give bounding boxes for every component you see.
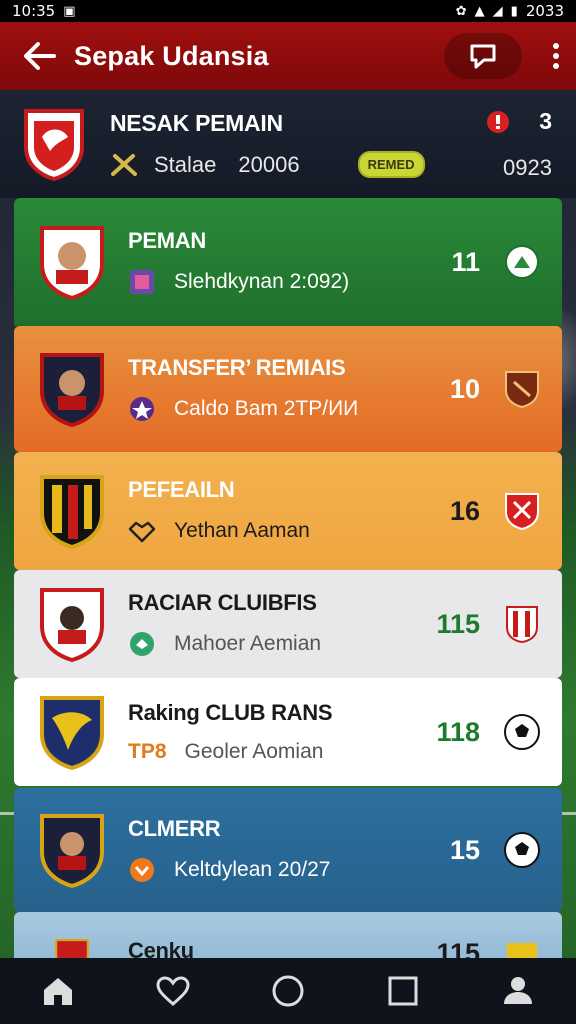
heart-icon <box>156 976 190 1006</box>
item-title: RACIAR CLUIBFIS <box>128 590 317 615</box>
header-code: 0923 <box>503 155 552 180</box>
circle-icon <box>272 975 304 1007</box>
list-item[interactable]: TRANSFER’ REMIAIS Caldo Bam 2ТP/ИИ 10 <box>14 326 562 452</box>
header-count: 3 <box>539 108 552 134</box>
player-list: PEMAN Slehdkynаn 2:092) 11 TRANSFER’ REM… <box>14 198 562 972</box>
flag-icon <box>128 268 156 296</box>
more-button[interactable] <box>532 32 560 80</box>
soccer-ball-icon[interactable] <box>502 712 542 752</box>
club-crest-icon <box>24 109 84 181</box>
club-crest-icon <box>40 588 104 662</box>
item-title: Raking CLUB RANS <box>128 700 333 725</box>
item-subtitle: Geoler Aomian <box>184 740 324 763</box>
season-value: 20006 <box>238 151 300 177</box>
alert-icon <box>487 110 510 133</box>
nav-profile[interactable] <box>488 961 548 1021</box>
list-item[interactable]: Raking CLUB RANS TP8 Geoler Aomian 118 <box>14 678 562 786</box>
tools-icon <box>111 153 137 176</box>
list-item[interactable]: PEFEAILN Yethan Aaman 16 <box>14 452 562 570</box>
item-subtitle: Slehdkynаn 2:092) <box>174 270 350 293</box>
shield-icon[interactable] <box>502 491 542 531</box>
chat-bubble-icon <box>470 44 496 69</box>
status-badge: REMED <box>357 151 425 178</box>
nav-circle[interactable] <box>258 961 318 1021</box>
nav-favorites[interactable] <box>143 961 203 1021</box>
item-title: PEMAN <box>128 228 206 253</box>
square-icon <box>388 976 418 1006</box>
more-vertical-icon <box>553 43 559 69</box>
award-icon <box>128 395 156 423</box>
item-title: PEFEAILN <box>128 477 235 502</box>
status-bar: 10:35 ▣ ✿ ▲ ◢ ▮ 2033 <box>0 0 576 22</box>
handshake-icon <box>128 517 156 545</box>
profile-icon <box>504 977 533 1004</box>
item-subtitle: Mahoer Aemian <box>174 632 322 655</box>
list-item[interactable]: CLMERR Keltdylean 20/27 15 <box>14 788 562 912</box>
wifi-icon: ▲ <box>474 3 485 19</box>
soccer-ball-icon[interactable] <box>502 830 542 870</box>
item-title: CLMERR <box>128 816 221 841</box>
app-bar: Sepak Udansia <box>0 22 576 90</box>
action-icon[interactable] <box>502 242 542 282</box>
nav-home[interactable] <box>28 961 88 1021</box>
signal-icon: ◢ <box>492 3 503 19</box>
battery-icon: ▮ <box>510 3 518 19</box>
shield-icon[interactable] <box>502 369 542 409</box>
item-title: TRANSFER’ REMIAIS <box>128 355 346 380</box>
item-subtitle: Yethan Aaman <box>174 519 310 542</box>
team-header: NESAK PEMAIN Stalae 20006 REMED 3 0923 <box>0 90 576 198</box>
item-number: 118 <box>436 716 480 747</box>
leaf-icon <box>128 630 156 658</box>
nav-square[interactable] <box>373 961 433 1021</box>
home-icon <box>43 978 72 1005</box>
club-crest-icon <box>40 226 104 300</box>
settings-icon: ✿ <box>455 3 467 19</box>
item-number: 16 <box>449 495 480 526</box>
arrow-left-icon <box>24 42 56 70</box>
notification-icon: ▣ <box>63 3 76 19</box>
club-crest-icon <box>40 353 104 427</box>
item-prefix: TP8 <box>128 740 167 763</box>
shield-icon[interactable] <box>502 604 542 644</box>
season-label: Stalae <box>154 151 217 177</box>
chevron-down-icon <box>128 856 156 884</box>
club-crest-icon <box>40 814 104 888</box>
item-subtitle: Caldo Bam 2ТP/ИИ <box>174 397 359 420</box>
status-time: 10:35 <box>12 2 56 20</box>
item-number: 15 <box>449 834 480 865</box>
battery-level: 2033 <box>525 2 564 20</box>
bottom-navigation <box>0 958 576 1024</box>
app-title: Sepak Udansia <box>74 40 269 71</box>
item-subtitle: Keltdylean 20/27 <box>174 858 331 881</box>
item-number: 11 <box>451 246 480 277</box>
back-button[interactable] <box>16 32 64 80</box>
list-item[interactable]: RACIAR CLUIBFIS Mahoer Aemian 115 <box>14 570 562 678</box>
club-crest-icon <box>40 475 104 549</box>
chat-button[interactable] <box>444 33 522 79</box>
list-item[interactable]: PEMAN Slehdkynаn 2:092) 11 <box>14 198 562 326</box>
club-crest-icon <box>40 696 104 770</box>
item-number: 10 <box>449 373 480 404</box>
item-number: 115 <box>436 608 480 639</box>
